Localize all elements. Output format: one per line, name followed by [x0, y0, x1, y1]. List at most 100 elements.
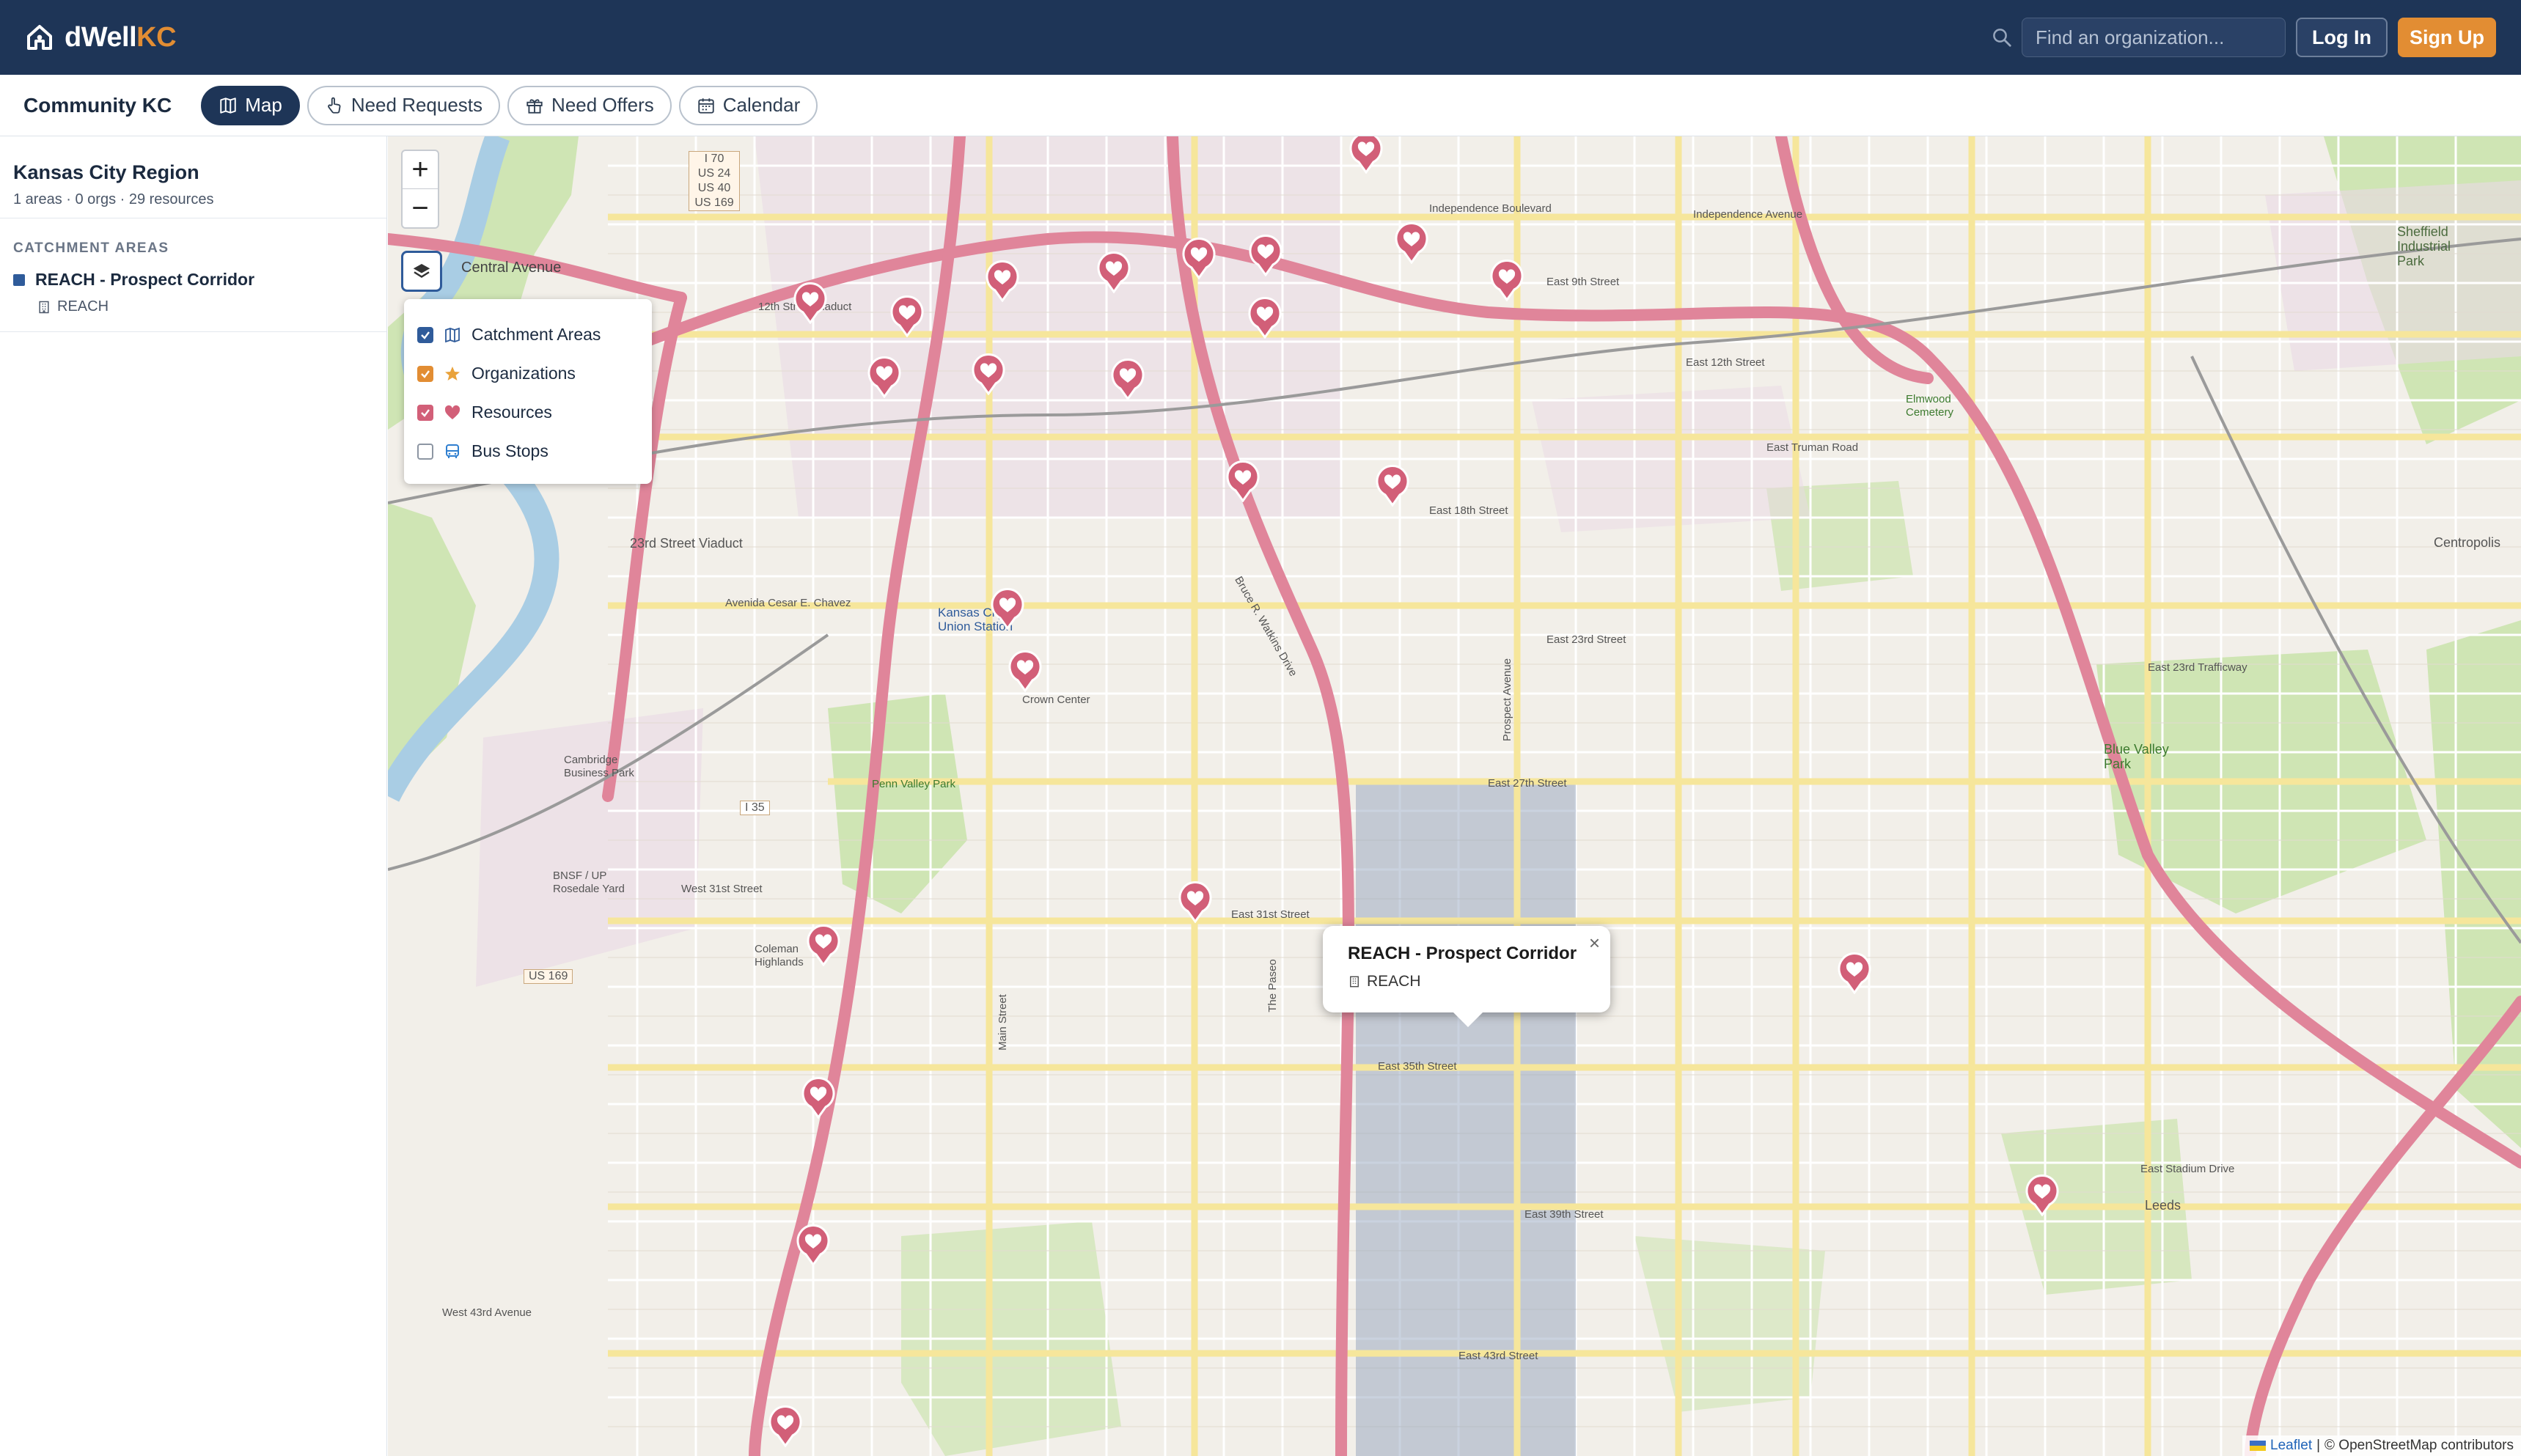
heart-pin-icon — [2025, 1174, 2059, 1216]
resource-marker[interactable] — [2024, 1174, 2061, 1216]
map-outline-icon — [445, 327, 460, 342]
layer-organizations[interactable]: Organizations — [417, 354, 639, 393]
layer-catchment-areas[interactable]: Catchment Areas — [417, 315, 639, 354]
osm-attribution-link[interactable]: © OpenStreetMap contributors — [2324, 1438, 2514, 1454]
resource-marker[interactable] — [1247, 296, 1283, 339]
resource-marker[interactable] — [1247, 234, 1284, 276]
heart-pin-icon — [890, 295, 924, 337]
brand-logo[interactable]: dWellKC — [25, 21, 177, 54]
resource-marker[interactable] — [1374, 464, 1411, 507]
catchment-area-item[interactable]: REACH - Prospect Corridor REACH — [0, 257, 386, 332]
heart-pin-icon — [1008, 650, 1042, 692]
heart-pin-icon — [867, 356, 901, 398]
area-organization: REACH — [37, 298, 373, 315]
heart-pin-icon — [986, 260, 1019, 302]
resource-marker[interactable] — [1109, 358, 1146, 400]
heart-pin-icon — [1838, 952, 1871, 994]
resource-marker[interactable] — [1181, 237, 1217, 279]
resource-marker[interactable] — [1348, 136, 1384, 174]
tab-need-requests[interactable]: Need Requests — [307, 85, 501, 125]
heart-pin-icon — [1226, 460, 1260, 502]
popup-close-button[interactable]: × — [1589, 932, 1600, 955]
top-header: dWellKC Log In Sign Up — [0, 0, 2521, 75]
area-color-swatch — [13, 273, 25, 286]
resource-marker[interactable] — [1393, 221, 1430, 264]
checkbox-checked[interactable] — [417, 404, 433, 421]
heart-pin-icon — [972, 353, 1005, 395]
checkbox-unchecked[interactable] — [417, 443, 433, 460]
catchment-popup[interactable]: × REACH - Prospect Corridor REACH — [1323, 926, 1610, 1027]
calendar-icon — [698, 98, 714, 114]
zoom-out-button[interactable]: − — [403, 189, 438, 227]
resource-marker[interactable] — [767, 1405, 804, 1447]
resource-marker[interactable] — [1489, 259, 1525, 301]
heart-icon — [444, 405, 460, 419]
resource-marker[interactable] — [1007, 650, 1043, 692]
tab-need-offers[interactable]: Need Offers — [507, 85, 672, 125]
heart-pin-icon — [1490, 260, 1524, 301]
sub-navigation: Community KC Map Need Requests Need Offe… — [0, 75, 2521, 136]
heart-pin-icon — [793, 282, 827, 324]
heart-pin-icon — [1178, 881, 1212, 923]
resource-marker[interactable] — [1836, 952, 1873, 994]
resource-marker[interactable] — [984, 260, 1021, 302]
resource-marker[interactable] — [1177, 880, 1214, 923]
heart-pin-icon — [796, 1224, 830, 1266]
map-view[interactable]: Central Avenue 12th Street Viaduct 23rd … — [388, 136, 2521, 1456]
checkbox-checked[interactable] — [417, 326, 433, 343]
signup-button[interactable]: Sign Up — [2398, 18, 2496, 57]
heart-pin-icon — [1182, 238, 1216, 279]
heart-pin-icon — [1248, 297, 1282, 339]
search-box — [1991, 18, 2286, 57]
building-icon — [1350, 976, 1359, 988]
resource-marker[interactable] — [800, 1076, 837, 1119]
star-icon — [445, 366, 460, 380]
catchment-areas-heading: CATCHMENT AREAS — [13, 240, 169, 256]
popup-organization: REACH — [1348, 973, 1585, 990]
search-input[interactable] — [2022, 18, 2286, 57]
resource-marker[interactable] — [889, 295, 925, 337]
heart-pin-icon — [768, 1405, 802, 1447]
popup-title: REACH - Prospect Corridor — [1348, 944, 1577, 963]
resource-marker[interactable] — [795, 1224, 832, 1266]
resource-marker[interactable] — [989, 587, 1026, 630]
zoom-in-button[interactable]: + — [403, 151, 438, 189]
heart-pin-icon — [1349, 136, 1383, 174]
layer-bus-stops[interactable]: Bus Stops — [417, 432, 639, 471]
resource-marker[interactable] — [970, 353, 1007, 395]
layer-resources[interactable]: Resources — [417, 393, 639, 432]
layers-icon — [413, 264, 430, 278]
region-title: Kansas City Region — [13, 161, 199, 183]
checkbox-checked[interactable] — [417, 365, 433, 382]
region-stats: 1 areas · 0 orgs · 29 resources — [13, 191, 214, 207]
hand-pointer-icon — [327, 97, 341, 114]
tab-calendar[interactable]: Calendar — [678, 85, 818, 125]
tab-map[interactable]: Map — [201, 85, 300, 125]
heart-pin-icon — [801, 1077, 835, 1119]
resource-marker[interactable] — [1096, 251, 1132, 293]
heart-pin-icon — [807, 924, 840, 966]
resource-marker[interactable] — [866, 356, 903, 398]
area-name: REACH - Prospect Corridor — [35, 270, 255, 289]
map-icon — [220, 97, 236, 114]
home-icon — [27, 25, 52, 50]
building-icon — [39, 301, 49, 313]
heart-pin-icon — [991, 588, 1024, 630]
resource-marker[interactable] — [805, 924, 842, 966]
region-summary: Kansas City Region 1 areas · 0 orgs · 29… — [0, 136, 386, 218]
brand-name: dWellKC — [65, 21, 177, 53]
highway-shield: I 70 US 24 US 40 US 169 — [689, 151, 740, 211]
resource-marker[interactable] — [792, 282, 829, 324]
heart-pin-icon — [1395, 222, 1428, 264]
layers-toggle-button[interactable] — [401, 251, 442, 292]
gift-icon — [526, 98, 543, 114]
heart-pin-icon — [1097, 251, 1131, 293]
map-attribution: Leaflet | © OpenStreetMap contributors — [2242, 1435, 2521, 1456]
bus-icon — [446, 444, 459, 458]
map-labels: Central Avenue 12th Street Viaduct 23rd … — [442, 151, 2501, 1362]
sidebar: Kansas City Region 1 areas · 0 orgs · 29… — [0, 136, 387, 1456]
heart-pin-icon — [1376, 465, 1409, 507]
resource-marker[interactable] — [1225, 460, 1261, 502]
leaflet-link[interactable]: Leaflet — [2270, 1438, 2312, 1454]
login-button[interactable]: Log In — [2296, 18, 2388, 57]
